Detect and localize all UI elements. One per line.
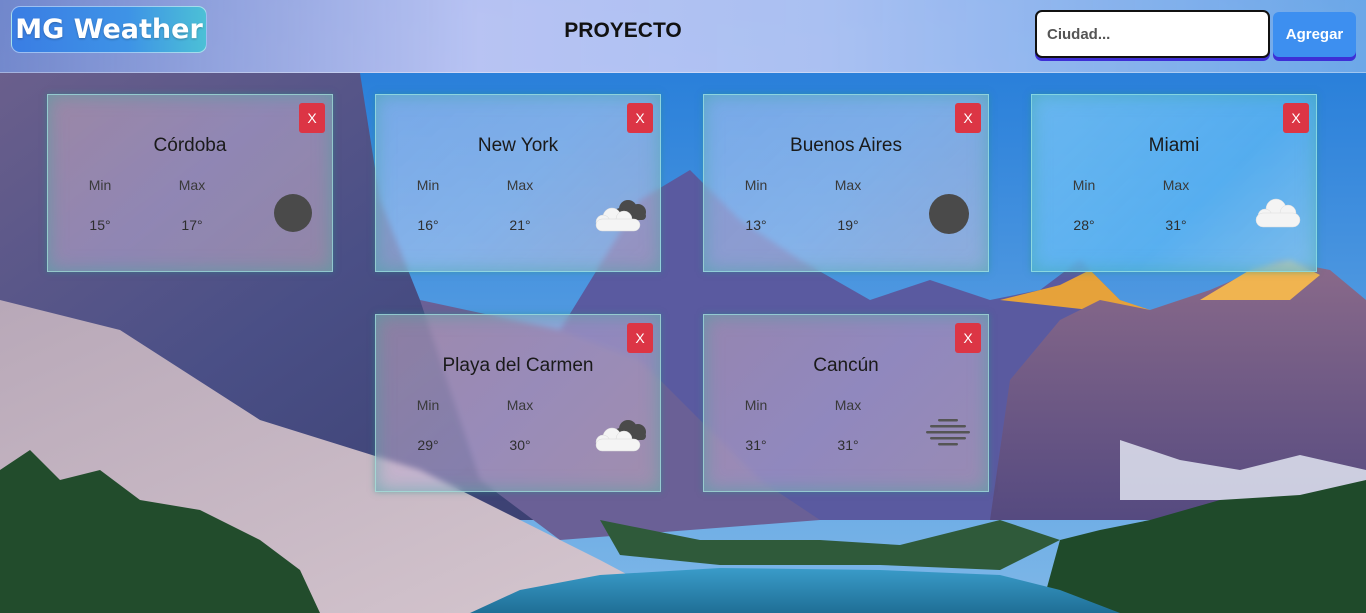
min-temp: 15°	[89, 217, 111, 233]
min-label: Min	[416, 397, 440, 413]
dark-circle-icon	[929, 194, 969, 234]
weather-card: X New York Min Max 16° 21°	[375, 94, 661, 272]
max-label: Max	[834, 177, 862, 193]
weather-card: X Cancún Min Max 31° 31°	[703, 314, 989, 492]
city-name: Playa del Carmen	[442, 355, 594, 376]
weather-card: X Córdoba Min Max 15° 17°	[47, 94, 333, 272]
close-card-button[interactable]: X	[955, 323, 981, 353]
close-card-button[interactable]: X	[1283, 103, 1309, 133]
min-temp: 29°	[417, 437, 439, 453]
city-search-input[interactable]	[1035, 10, 1270, 58]
min-label: Min	[88, 177, 112, 193]
brand-label: MG Weather	[15, 14, 203, 45]
weather-card: X Playa del Carmen Min Max 29° 30°	[375, 314, 661, 492]
page-title: PROYECTO	[564, 19, 682, 42]
max-label: Max	[178, 177, 206, 193]
close-card-button[interactable]: X	[299, 103, 325, 133]
max-temp: 21°	[509, 217, 531, 233]
max-label: Max	[506, 397, 534, 413]
min-temp: 13°	[745, 217, 767, 233]
close-card-button[interactable]: X	[627, 103, 653, 133]
max-label: Max	[506, 177, 534, 193]
min-label: Min	[416, 177, 440, 193]
min-temp: 31°	[745, 437, 767, 453]
min-temp: 28°	[1073, 217, 1095, 233]
clouds-icon	[595, 200, 646, 232]
max-temp: 17°	[181, 217, 203, 233]
max-temp: 31°	[1165, 217, 1187, 233]
navbar: MG Weather PROYECTO Agregar	[0, 0, 1366, 73]
weather-card: X Buenos Aires Min Max 13° 19°	[703, 94, 989, 272]
mountain-landscape-background	[0, 0, 1366, 613]
city-name: Córdoba	[153, 135, 227, 156]
city-name: Miami	[1148, 135, 1200, 156]
close-card-button[interactable]: X	[955, 103, 981, 133]
max-temp: 31°	[837, 437, 859, 453]
mist-icon	[926, 419, 970, 446]
min-label: Min	[744, 397, 768, 413]
max-label: Max	[834, 397, 862, 413]
brand-logo[interactable]: MG Weather	[11, 6, 207, 53]
city-name: Buenos Aires	[790, 135, 902, 156]
city-name: Cancún	[813, 355, 879, 376]
max-temp: 30°	[509, 437, 531, 453]
min-temp: 16°	[417, 217, 439, 233]
close-card-button[interactable]: X	[627, 323, 653, 353]
city-name: New York	[477, 135, 559, 156]
cloud-icon	[1255, 198, 1301, 228]
clouds-icon	[595, 420, 646, 452]
dark-circle-icon	[274, 194, 312, 232]
min-label: Min	[744, 177, 768, 193]
min-label: Min	[1072, 177, 1096, 193]
max-label: Max	[1162, 177, 1190, 193]
add-city-button[interactable]: Agregar	[1273, 12, 1356, 57]
weather-card: X Miami Min Max 28° 31°	[1031, 94, 1317, 272]
max-temp: 19°	[837, 217, 859, 233]
